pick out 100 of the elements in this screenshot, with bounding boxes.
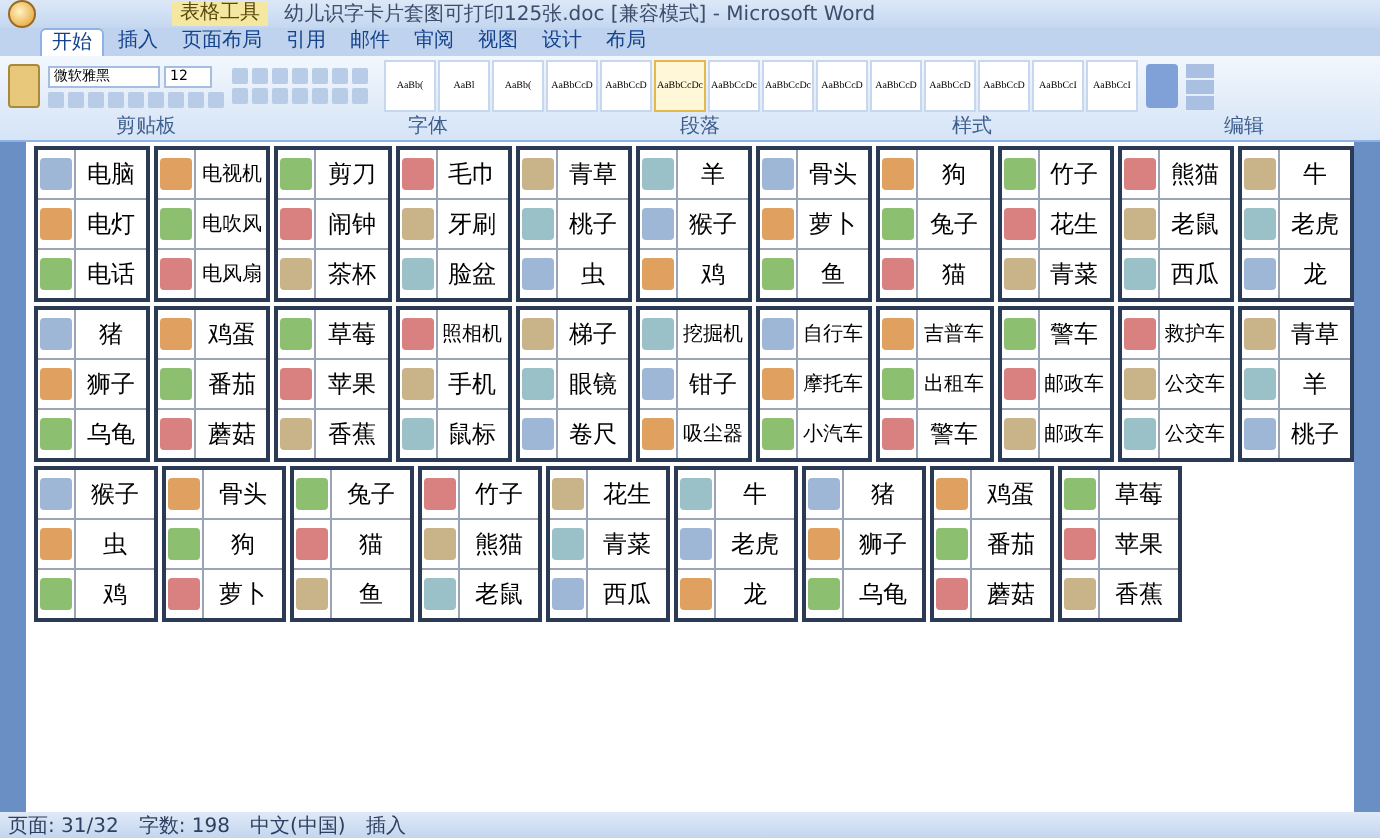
word-label: 鱼: [330, 570, 410, 618]
word-label: 挖掘机: [675, 310, 749, 358]
ribbon-tab[interactable]: 邮件: [340, 28, 400, 56]
word-label: 鸡: [74, 570, 154, 618]
word-label: 邮政车: [1037, 360, 1110, 408]
picture-placeholder: [424, 478, 456, 510]
word-label: 毛巾: [435, 150, 508, 198]
ribbon-tab[interactable]: 开始: [40, 28, 104, 56]
picture-placeholder: [1123, 208, 1156, 240]
word-label: 电话: [74, 250, 147, 298]
word-label: 西瓜: [586, 570, 666, 618]
word-label: 梯子: [555, 310, 628, 358]
picture-placeholder: [280, 158, 313, 190]
picture-placeholder: [882, 318, 915, 350]
word-label: 香蕉: [1098, 570, 1178, 618]
picture-placeholder: [521, 208, 554, 240]
picture-placeholder: [160, 158, 193, 190]
picture-placeholder: [160, 208, 193, 240]
ribbon-tab[interactable]: 审阅: [404, 28, 464, 56]
group-label: 样式: [952, 116, 992, 140]
paste-icon[interactable]: [8, 64, 40, 108]
word-label: 蘑菇: [194, 410, 267, 458]
word-label: 龙: [714, 570, 794, 618]
word-label: 电灯: [74, 200, 147, 248]
word-label: 老鼠: [458, 570, 538, 618]
picture-placeholder: [808, 478, 840, 510]
ribbon-tab[interactable]: 页面布局: [172, 28, 272, 56]
picture-placeholder: [680, 528, 712, 560]
word-label: 番茄: [970, 520, 1050, 568]
word-label: 猪: [842, 470, 922, 518]
edit-icon[interactable]: [1186, 95, 1214, 109]
picture-placeholder: [521, 368, 554, 400]
picture-placeholder: [1243, 418, 1276, 450]
ribbon-tab[interactable]: 布局: [596, 28, 656, 56]
picture-placeholder: [160, 418, 193, 450]
word-label: 猫: [916, 250, 989, 298]
word-label: 牛: [1277, 150, 1351, 198]
picture-placeholder: [1243, 318, 1276, 350]
picture-placeholder: [160, 318, 193, 350]
picture-placeholder: [1003, 318, 1035, 350]
picture-placeholder: [401, 318, 434, 350]
word-label: 西瓜: [1157, 250, 1230, 298]
picture-placeholder: [40, 158, 72, 190]
picture-placeholder: [882, 368, 915, 400]
picture-placeholder: [280, 208, 313, 240]
ribbon-tab[interactable]: 引用: [276, 28, 336, 56]
picture-placeholder: [762, 158, 795, 190]
edit-icon[interactable]: [1186, 79, 1214, 93]
picture-placeholder: [762, 208, 795, 240]
ribbon-tab[interactable]: 视图: [468, 28, 528, 56]
word-label: 茶杯: [314, 250, 388, 298]
picture-placeholder: [680, 578, 712, 610]
word-label: 鱼: [796, 250, 869, 298]
word-label: 出租车: [916, 360, 989, 408]
picture-placeholder: [40, 368, 72, 400]
word-label: 羊: [1277, 360, 1351, 408]
edit-icon[interactable]: [1186, 63, 1214, 77]
picture-placeholder: [1243, 258, 1276, 290]
word-label: 照相机: [435, 310, 508, 358]
word-label: 卷尺: [555, 410, 628, 458]
word-label: 萝卜: [202, 570, 282, 618]
word-label: 竹子: [1037, 150, 1110, 198]
picture-placeholder: [641, 368, 674, 400]
word-label: 脸盆: [435, 250, 508, 298]
word-label: 牛: [714, 470, 794, 518]
status-text: 插入: [365, 813, 406, 838]
status-text: 页面: 31/32: [8, 813, 119, 838]
word-label: 牙刷: [435, 200, 508, 248]
word-label: 青草: [1277, 310, 1351, 358]
picture-placeholder: [168, 528, 200, 560]
word-label: 自行车: [796, 310, 869, 358]
ribbon-tab[interactable]: 设计: [532, 28, 592, 56]
word-label: 电风扇: [194, 250, 267, 298]
picture-placeholder: [808, 578, 840, 610]
ribbon-tab[interactable]: 插入: [108, 28, 168, 56]
word-label: 兔子: [916, 200, 989, 248]
picture-placeholder: [882, 158, 915, 190]
picture-placeholder: [296, 528, 328, 560]
change-styles-icon[interactable]: [1146, 64, 1178, 108]
word-label: 警车: [916, 410, 989, 458]
picture-placeholder: [762, 318, 795, 350]
picture-placeholder: [552, 478, 584, 510]
word-label: 公交车: [1157, 410, 1230, 458]
word-label: 青菜: [586, 520, 666, 568]
picture-placeholder: [521, 318, 554, 350]
picture-placeholder: [641, 258, 674, 290]
group-label: 剪贴板: [116, 116, 176, 140]
word-label: 熊猫: [1157, 150, 1230, 198]
office-button[interactable]: [8, 0, 36, 28]
picture-placeholder: [552, 528, 584, 560]
word-label: 剪刀: [314, 150, 388, 198]
status-text: 字数: 198: [138, 813, 231, 838]
picture-placeholder: [1123, 318, 1156, 350]
word-label: 乌龟: [74, 410, 147, 458]
word-label: 电脑: [74, 150, 147, 198]
word-label: 老虎: [714, 520, 794, 568]
word-label: 草莓: [1098, 470, 1178, 518]
word-label: 草莓: [314, 310, 388, 358]
picture-placeholder: [641, 318, 674, 350]
word-label: 骨头: [796, 150, 869, 198]
